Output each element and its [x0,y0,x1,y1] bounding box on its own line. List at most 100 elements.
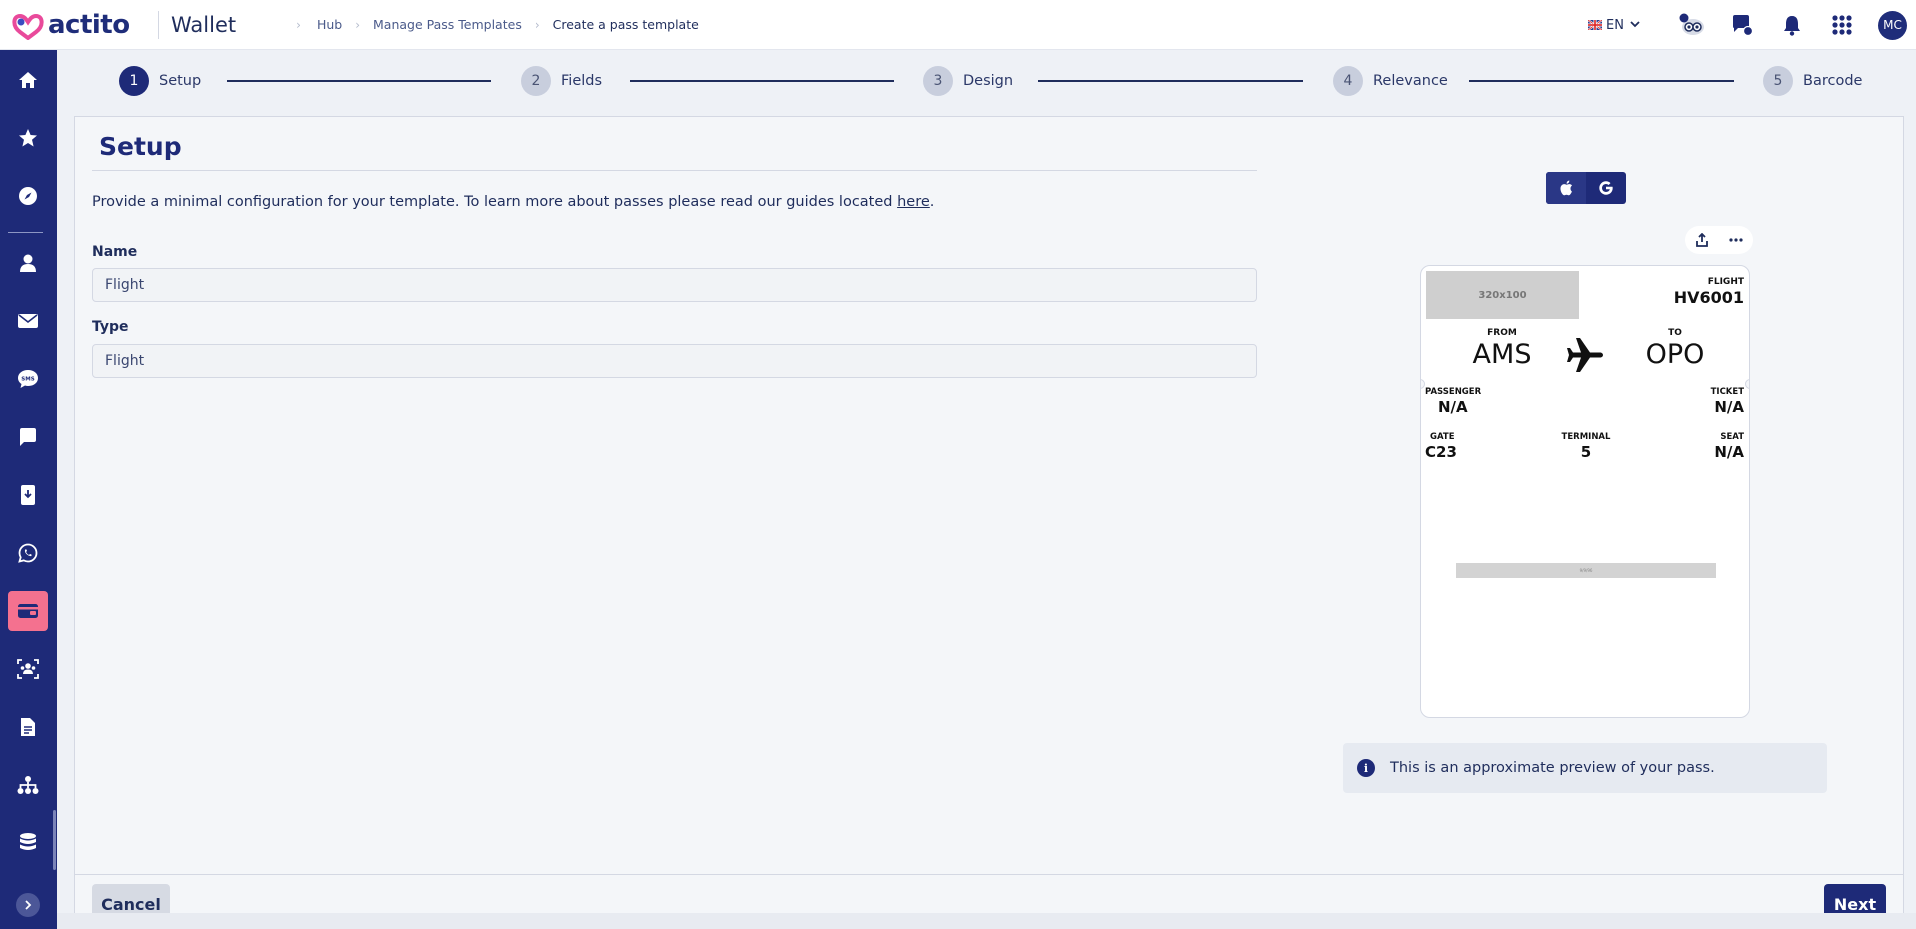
mascot-notification-icon[interactable] [1678,11,1706,39]
setup-panel: Setup Provide a minimal configuration fo… [74,116,1904,929]
seat-label: SEAT [1720,432,1744,442]
chevron-right-icon [25,900,32,910]
platform-toggle [1546,172,1626,204]
sidebar-expand-button[interactable] [16,893,40,917]
apple-wallet-button[interactable] [1546,172,1586,204]
breadcrumb-separator-icon: › [296,17,301,32]
ticket-label: TICKET [1710,387,1744,397]
step-label: Fields [561,73,603,89]
sidebar-item-data[interactable] [8,823,48,863]
pass-barcode: 9/9/96 [1456,563,1716,578]
bottom-strip [57,913,1916,929]
page-title: Setup [99,132,182,161]
airplane-icon [1567,338,1603,372]
step-setup[interactable]: 1 Setup [119,66,201,96]
sidebar-scrollbar[interactable] [53,810,56,870]
wallet-icon [18,604,38,618]
step-relevance[interactable]: 4 Relevance [1333,66,1448,96]
bell-icon[interactable] [1778,11,1806,39]
terminal-value: 5 [1580,443,1592,461]
step-connector [227,80,491,82]
more-icon[interactable] [1729,238,1743,242]
svg-text:SMS: SMS [21,377,34,383]
breadcrumb-manage-pass-templates[interactable]: Manage Pass Templates [373,17,522,32]
breadcrumb-hub[interactable]: Hub [317,17,342,32]
flight-value: HV6001 [1673,288,1744,307]
audience-scan-icon [17,659,39,679]
step-number: 4 [1333,66,1363,96]
terminal-label: TERMINAL [1561,432,1611,442]
sidebar-divider [8,232,43,233]
apps-grid-icon[interactable] [1828,11,1856,39]
sidebar-item-scenarios[interactable] [8,765,48,805]
breadcrumb: › Hub › Manage Pass Templates › Create a… [296,17,699,32]
step-label: Barcode [1803,73,1863,89]
step-design[interactable]: 3 Design [923,66,1013,96]
step-label: Setup [159,73,202,89]
step-barcode[interactable]: 5 Barcode [1763,66,1862,96]
pass-preview: 320x100 FLIGHT HV6001 FROM AMS TO OPO PA… [1420,265,1750,718]
chevron-down-icon [1630,20,1640,31]
sidebar-item-whatsapp[interactable] [8,533,48,573]
sms-icon: SMS [18,370,38,388]
breadcrumb-separator-icon: › [355,17,361,32]
wizard-stepper: 1 Setup 2 Fields 3 Design 4 Relevance 5 … [57,50,1916,116]
logo-text: actito [48,9,130,40]
intro-text: Provide a minimal configuration for your… [92,194,934,210]
sidebar-item-email[interactable] [8,301,48,341]
star-icon [19,129,37,147]
type-field[interactable]: Flight [92,344,1257,378]
sidebar-item-audience[interactable] [8,649,48,689]
intro-text-body: Provide a minimal configuration for your… [92,194,898,210]
sidebar-item-explore[interactable] [8,176,48,216]
to-value: OPO [1645,339,1705,370]
guides-link[interactable]: here [897,194,930,210]
step-number: 2 [521,66,551,96]
name-field[interactable]: Flight [92,268,1257,302]
sidebar-item-documents[interactable] [8,707,48,747]
sitemap-icon [17,776,39,794]
gate-label: GATE [1430,432,1455,442]
sidebar-item-mobile-push[interactable] [8,475,48,515]
preview-info-message: i This is an approximate preview of your… [1343,743,1827,793]
sidebar-item-contacts[interactable] [8,243,48,283]
google-wallet-button[interactable] [1586,172,1626,204]
share-icon[interactable] [1695,233,1709,247]
actito-logo[interactable]: actito [10,10,150,40]
from-value: AMS [1472,339,1532,370]
flight-label: FLIGHT [1707,277,1744,287]
language-selector[interactable]: EN [1588,18,1640,33]
avatar[interactable]: MC [1878,10,1907,40]
step-number: 5 [1763,66,1793,96]
sidebar-item-sms[interactable]: SMS [8,359,48,399]
home-icon [19,72,37,88]
pass-logo-placeholder: 320x100 [1426,271,1579,319]
sidebar-item-home[interactable] [8,60,48,100]
email-icon [18,314,38,328]
database-icon [20,833,36,850]
step-connector [630,80,894,82]
whatsapp-icon [18,543,38,563]
actito-logo-mark-icon [12,13,44,40]
step-number: 3 [923,66,953,96]
sidebar-item-chat[interactable] [8,417,48,457]
step-label: Relevance [1373,73,1448,89]
step-label: Design [963,73,1014,89]
chat-icon [20,428,36,446]
chat-help-icon[interactable] [1728,11,1756,39]
pass-notch [1745,379,1749,389]
to-label: TO [1668,328,1682,338]
name-label: Name [92,244,138,260]
step-number: 1 [119,66,149,96]
document-icon [21,718,35,736]
preview-toolbar [1685,226,1753,254]
mobile-push-icon [21,485,35,505]
info-text: This is an approximate preview of your p… [1390,760,1715,776]
footer-divider [75,874,1903,875]
step-fields[interactable]: 2 Fields [521,66,602,96]
intro-text-end: . [929,194,935,210]
sidebar-item-favorites[interactable] [8,118,48,158]
app-title: Wallet [158,10,236,39]
sidebar-item-wallet[interactable] [8,591,48,631]
language-label: EN [1606,17,1624,33]
